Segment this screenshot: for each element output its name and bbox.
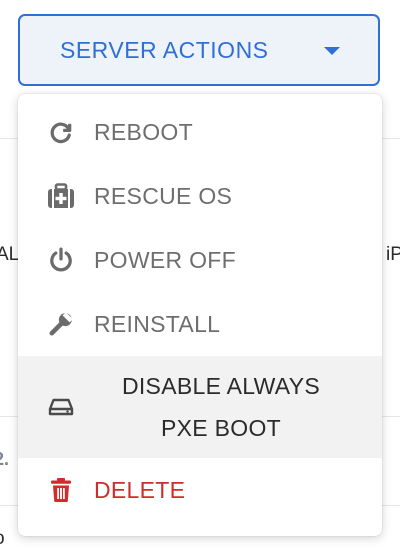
server-actions-label: SERVER ACTIONS (60, 36, 269, 63)
rescue-kit-icon (46, 181, 76, 211)
server-actions-menu: REBOOT RESCUE OS POWER OFF REINSTALL DIS… (18, 94, 382, 536)
trash-icon (46, 475, 76, 505)
background-text: AL (0, 244, 20, 265)
reboot-icon (46, 117, 76, 147)
menu-item-power-off[interactable]: POWER OFF (18, 228, 382, 292)
menu-item-label: REBOOT (94, 118, 193, 145)
hard-drive-icon (46, 392, 76, 422)
menu-item-delete[interactable]: DELETE (18, 458, 382, 522)
menu-item-label: RESCUE OS (94, 182, 233, 209)
background-text: o (0, 528, 5, 550)
menu-item-label: REINSTALL (94, 310, 221, 337)
menu-item-disable-always-pxe-boot[interactable]: DISABLE ALWAYS PXE BOOT (18, 356, 382, 458)
background-text: iP (386, 244, 400, 265)
menu-item-label: DISABLE ALWAYS PXE BOOT (121, 373, 321, 441)
menu-item-reboot[interactable]: REBOOT (18, 100, 382, 164)
menu-item-reinstall[interactable]: REINSTALL (18, 292, 382, 356)
server-actions-button[interactable]: SERVER ACTIONS (18, 14, 380, 86)
background-text: 2. (0, 449, 10, 469)
wrench-icon (46, 309, 76, 339)
menu-item-label: POWER OFF (94, 246, 236, 273)
menu-item-label: DELETE (94, 476, 186, 503)
menu-item-rescue-os[interactable]: RESCUE OS (18, 164, 382, 228)
power-icon (46, 245, 76, 275)
caret-down-icon (324, 47, 340, 55)
